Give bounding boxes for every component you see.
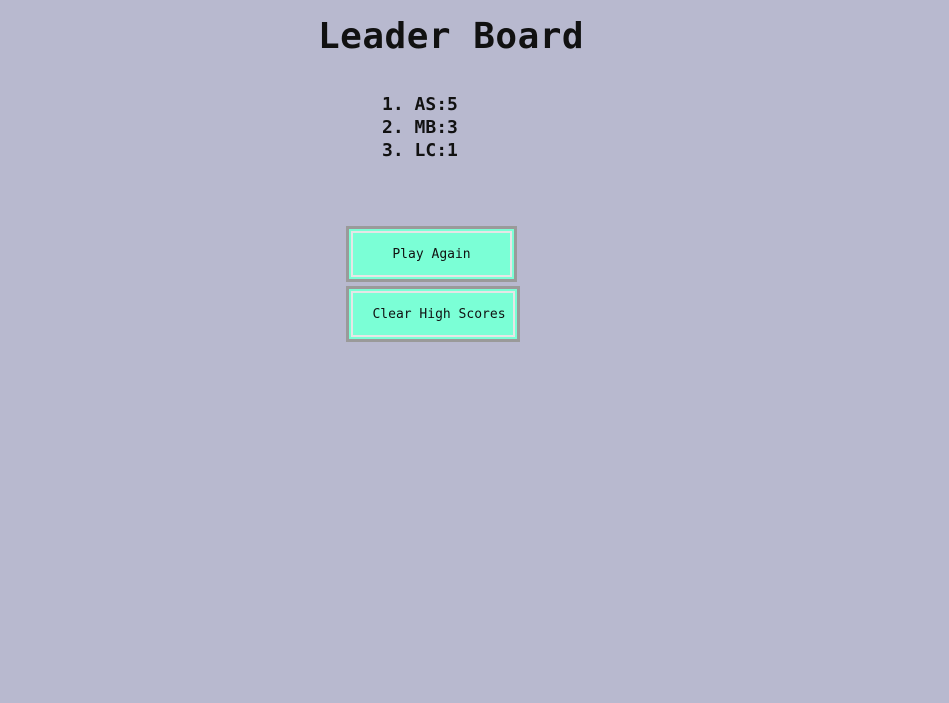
entry-rank: 3.: [382, 140, 404, 161]
leaderboard-entry: 2. MB:3: [382, 116, 458, 139]
clear-high-scores-button[interactable]: Clear High Scores: [346, 286, 520, 342]
leaderboard-entry: 3. LC:1: [382, 139, 458, 162]
play-again-button[interactable]: Play Again: [346, 226, 517, 282]
entry-text: LC:1: [414, 140, 458, 161]
entry-rank: 2.: [382, 117, 404, 138]
leaderboard-entry: 1. AS:5: [382, 93, 458, 116]
entry-text: AS:5: [414, 94, 458, 115]
page-title: Leader Board: [318, 16, 585, 57]
entry-text: MB:3: [414, 117, 458, 138]
entry-rank: 1.: [382, 94, 404, 115]
leaderboard-list: 1. AS:5 2. MB:3 3. LC:1: [382, 93, 458, 162]
